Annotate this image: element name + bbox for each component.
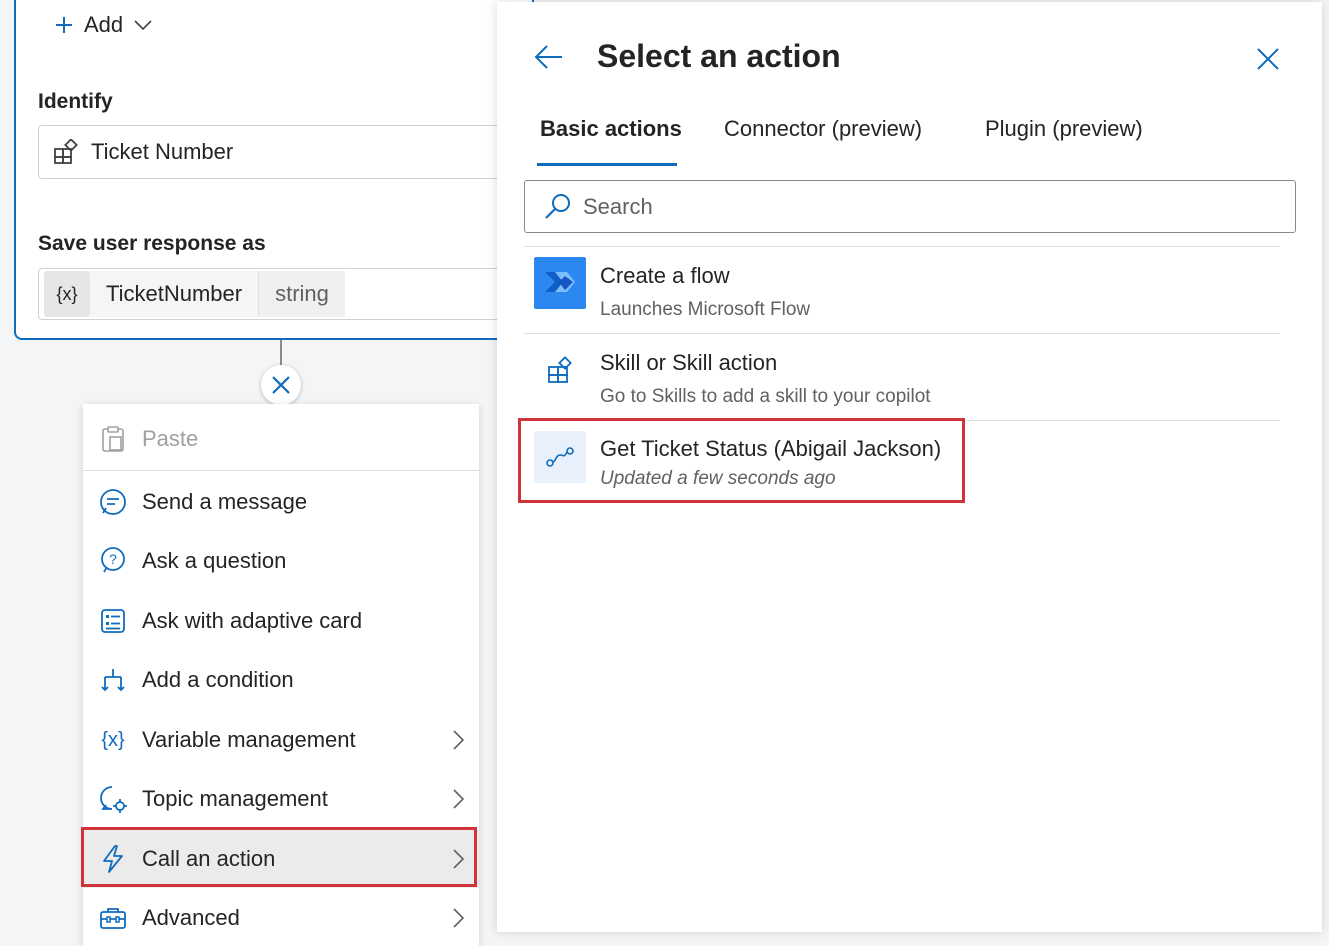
back-button[interactable] (533, 42, 565, 72)
action-title: Skill or Skill action (600, 350, 778, 375)
chevron-right-icon (451, 907, 465, 929)
variable-icon: {x} (101, 728, 125, 751)
action-subtitle: Go to Skills to add a skill to your copi… (600, 386, 931, 407)
variable-name: TicketNumber (90, 271, 259, 317)
menu-divider (83, 470, 479, 471)
variable-icon: {x} (44, 271, 90, 317)
identify-value: Ticket Number (91, 139, 234, 164)
search-input[interactable] (583, 193, 1263, 220)
chevron-right-icon (451, 788, 465, 810)
chevron-right-icon (451, 729, 465, 751)
tab-plugin[interactable]: Plugin (preview) (985, 116, 1143, 142)
active-tab-indicator (537, 163, 677, 166)
menu-item-paste[interactable]: Paste (83, 410, 479, 468)
save-response-label: Save user response as (38, 232, 266, 255)
svg-text:?: ? (109, 551, 117, 567)
tab-connector[interactable]: Connector (preview) (724, 116, 922, 142)
menu-item-adaptive-card[interactable]: Ask with adaptive card (83, 592, 479, 650)
arrow-left-icon (533, 42, 565, 72)
node-connector (280, 340, 282, 368)
topic-icon (97, 783, 129, 815)
plus-icon (54, 15, 74, 35)
action-title: Create a flow (600, 263, 730, 288)
menu-item-variable-management[interactable]: {x} Variable management (83, 711, 479, 769)
close-icon (270, 374, 292, 396)
menu-item-label: Add a condition (142, 667, 294, 692)
panel-title: Select an action (597, 38, 841, 74)
question-node-card: Add Identify Ticket Number Save user res… (14, 0, 534, 340)
skill-icon (534, 344, 586, 396)
chevron-down-icon (133, 18, 153, 32)
question-icon: ? (97, 545, 129, 577)
menu-item-label: Send a message (142, 489, 308, 514)
search-field[interactable] (524, 180, 1296, 233)
identify-label: Identify (38, 90, 113, 113)
menu-item-label: Ask a question (142, 548, 287, 573)
add-label: Add (84, 12, 124, 37)
menu-item-label: Topic management (142, 786, 328, 811)
toolbox-icon (97, 902, 129, 934)
close-icon (1255, 46, 1281, 72)
action-create-flow[interactable]: Create a flow Launches Microsoft Flow (524, 247, 1280, 333)
call-action-highlight (81, 827, 477, 887)
paste-icon (97, 423, 129, 455)
search-icon (543, 192, 573, 222)
variable-type: string (258, 271, 345, 317)
add-dropdown[interactable]: Add (54, 12, 153, 38)
menu-item-label: Advanced (142, 905, 240, 930)
tab-basic-actions[interactable]: Basic actions (540, 116, 682, 142)
power-automate-icon (534, 257, 586, 309)
action-skill[interactable]: Skill or Skill action Go to Skills to ad… (524, 334, 1280, 420)
adaptive-card-icon (97, 605, 129, 637)
menu-item-advanced[interactable]: Advanced (83, 889, 479, 946)
menu-item-topic-management[interactable]: Topic management (83, 770, 479, 828)
menu-item-label: Variable management (142, 727, 356, 752)
close-menu-button[interactable] (261, 365, 301, 405)
menu-item-send-message[interactable]: Send a message (83, 473, 479, 531)
get-ticket-status-highlight (518, 418, 965, 503)
close-panel-button[interactable] (1255, 46, 1281, 72)
condition-icon (97, 664, 129, 696)
entity-icon (53, 139, 79, 165)
menu-item-label: Ask with adaptive card (142, 608, 363, 633)
menu-item-add-condition[interactable]: Add a condition (83, 651, 479, 709)
message-icon (97, 486, 129, 518)
action-subtitle: Launches Microsoft Flow (600, 299, 811, 320)
menu-item-label: Paste (142, 426, 199, 451)
menu-item-ask-question[interactable]: ? Ask a question (83, 532, 479, 590)
save-variable-field[interactable]: {x} TicketNumber string (38, 268, 518, 320)
identify-field[interactable]: Ticket Number (38, 125, 518, 179)
